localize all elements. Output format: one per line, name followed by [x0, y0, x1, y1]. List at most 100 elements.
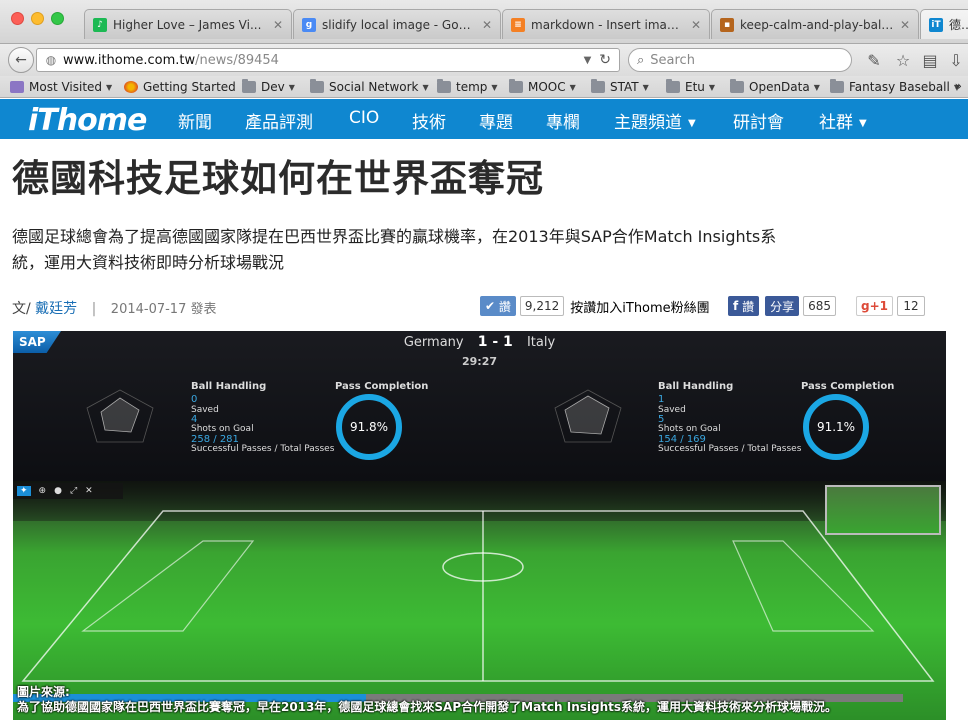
chevron-down-icon: ▼	[813, 82, 820, 92]
image-caption: 圖片來源: 為了協助德國國家隊在巴西世界盃比賽奪冠，早在2013年，德國足球總會…	[17, 685, 837, 715]
minimize-window-button[interactable]	[31, 12, 44, 25]
nav-item-seminars[interactable]: 研討會	[733, 108, 784, 133]
article-headline: 德國科技足球如何在世界盃奪冠	[12, 157, 544, 200]
spotify-icon: ♪	[93, 17, 107, 32]
caret-down-icon: ▼	[688, 117, 696, 129]
share-count: 685	[803, 296, 836, 316]
nav-item-news[interactable]: 新聞	[178, 108, 212, 133]
bookmark-folder-fantasy-baseball[interactable]: Fantasy Baseball ▼	[830, 79, 960, 95]
bookmark-folder-dev[interactable]: Dev ▼	[242, 79, 295, 95]
shots-label: Shots on Goal	[191, 424, 254, 434]
bookmark-folder-mooc[interactable]: MOOC ▼	[509, 79, 576, 95]
summary-line: 德國足球總會為了提高德國國家隊提在巴西世界盃比賽的贏球機率，在2013年與SAP…	[12, 227, 777, 246]
facebook-share-button[interactable]: 分享	[765, 296, 800, 316]
nav-item-tech[interactable]: 技術	[412, 108, 446, 133]
back-arrow-icon: ←	[15, 52, 27, 68]
nav-item-cio[interactable]: CIO	[349, 108, 379, 128]
author-link[interactable]: 戴廷芳	[35, 301, 77, 317]
team-left: Germany	[403, 335, 464, 350]
tab-title: slidify local image - Googl...	[322, 17, 476, 32]
nav-item-channels[interactable]: 主題頻道 ▼	[614, 108, 696, 133]
nav-item-label: 主題頻道	[614, 113, 682, 133]
bookmark-folder-stat[interactable]: STAT ▼	[591, 79, 649, 95]
google-plus-button[interactable]: g+1	[856, 296, 893, 316]
pass-completion-ring: 91.1%	[803, 394, 869, 460]
caret-down-icon: ▼	[859, 117, 867, 129]
bookmark-folder-social-network[interactable]: Social Network ▼	[310, 79, 429, 95]
reload-icon[interactable]: ↻	[599, 52, 611, 68]
article-summary: 德國足球總會為了提高德國國家隊提在巴西世界盃比賽的贏球機率，在2013年與SAP…	[12, 224, 832, 276]
wrench-icon[interactable]: ✎	[864, 50, 884, 70]
folder-icon	[310, 79, 324, 93]
nav-item-product-review[interactable]: 產品評測	[245, 108, 313, 133]
browser-toolbar: ← ◍ www.ithome.com.tw/news/89454 ▼ ↻ ⌕ S…	[0, 44, 968, 76]
match-clock: 29:27	[461, 355, 497, 368]
expand-icon[interactable]: ⤢	[70, 486, 77, 496]
radar-chart-right	[554, 389, 622, 443]
site-navigation: iThome 新聞 產品評測 CIO 技術 專題 專欄 主題頻道 ▼ 研討會 社群…	[0, 99, 968, 139]
pass-completion-ring: 91.8%	[336, 394, 402, 460]
bookmark-star-icon[interactable]: ☆	[893, 50, 913, 70]
browser-titlebar: ♪ Higher Love – James Vi... ✕ g slidify …	[0, 0, 968, 44]
ithome-logo[interactable]: iThome	[28, 103, 147, 138]
bookmark-getting-started[interactable]: Getting Started	[124, 79, 236, 95]
bookmark-most-visited[interactable]: Most Visited ▼	[10, 79, 112, 95]
zoom-window-button[interactable]	[51, 12, 64, 25]
saved-value: 0	[191, 394, 198, 405]
bookmarks-overflow-icon[interactable]: »	[955, 79, 962, 93]
nav-item-special-topics[interactable]: 專題	[479, 108, 513, 133]
tab-title: Higher Love – James Vi...	[113, 17, 262, 32]
url-host: www.ithome.com.tw	[63, 52, 196, 68]
facebook-share-widget: f 讚 分享 685	[728, 295, 836, 317]
gplus-count: 12	[897, 296, 925, 316]
tab-close-icon[interactable]: ✕	[482, 18, 492, 32]
like-count: 9,212	[519, 296, 565, 316]
fb-like-label: 讚	[742, 299, 755, 314]
minimap-view[interactable]	[825, 485, 941, 535]
search-input[interactable]: ⌕ Search	[628, 48, 852, 72]
folder-icon	[437, 79, 451, 93]
downloads-icon[interactable]: ⇩	[946, 50, 966, 70]
tab-close-icon[interactable]: ✕	[900, 18, 910, 32]
nav-item-columns[interactable]: 專欄	[546, 108, 580, 133]
browser-tab[interactable]: ≡ markdown - Insert image ... ✕	[502, 9, 710, 39]
bookmark-folder-temp[interactable]: temp ▼	[437, 79, 498, 95]
target-icon[interactable]: ⊕	[39, 486, 47, 496]
facebook-like-button[interactable]: f 讚	[728, 296, 760, 316]
article-hero-image: SAP Germany 1 - 1 Italy 29:27 Ball Handl…	[13, 331, 946, 720]
url-path: /news/89454	[195, 52, 279, 68]
address-bar[interactable]: ◍ www.ithome.com.tw/news/89454 ▼ ↻	[36, 48, 620, 72]
fanpage-like-widget: ✔ 讚 9,212 按讚加入iThome粉絲團	[480, 295, 710, 317]
byline-divider: |	[91, 301, 97, 317]
tab-close-icon[interactable]: ✕	[273, 18, 283, 32]
url-history-dropdown-icon[interactable]: ▼	[584, 55, 592, 66]
tab-close-icon[interactable]: ✕	[691, 18, 701, 32]
bookmark-label: Fantasy Baseball	[849, 80, 950, 94]
browser-tab-active[interactable]: iT 德國科技足球如何在...	[920, 9, 968, 39]
browser-tab[interactable]: g slidify local image - Googl... ✕	[293, 9, 501, 39]
browser-tab[interactable]: ♪ Higher Love – James Vi... ✕	[84, 9, 292, 39]
score-value: 1 - 1	[477, 334, 513, 350]
run-icon[interactable]: ✦	[17, 486, 31, 496]
firefox-icon	[124, 81, 138, 93]
pass-completion-label: Pass Completion	[801, 381, 895, 392]
bookmark-label: MOOC	[528, 80, 566, 94]
like-button[interactable]: ✔ 讚	[480, 296, 516, 316]
close-window-button[interactable]	[11, 12, 24, 25]
bookmark-folder-etu[interactable]: Etu ▼	[666, 79, 715, 95]
bookmark-folder-opendata[interactable]: OpenData ▼	[730, 79, 820, 95]
close-icon[interactable]: ✕	[85, 486, 93, 496]
chevron-down-icon: ▼	[642, 82, 649, 92]
url-text: www.ithome.com.tw/news/89454	[63, 53, 584, 68]
shots-label: Shots on Goal	[658, 424, 721, 434]
thumbs-up-icon: ✔	[485, 299, 496, 313]
back-button[interactable]: ←	[8, 47, 34, 73]
nav-item-community[interactable]: 社群 ▼	[819, 108, 867, 133]
caption-source: 圖片來源:	[17, 685, 70, 699]
record-icon[interactable]: ●	[54, 486, 62, 496]
ithome-icon: iT	[929, 17, 943, 32]
reading-list-icon[interactable]: ▤	[920, 50, 940, 70]
browser-tab[interactable]: ▪ keep-calm-and-play-ball... ✕	[711, 9, 919, 39]
google-plus-widget: g+1 12	[856, 295, 925, 317]
most-visited-icon	[10, 81, 24, 93]
